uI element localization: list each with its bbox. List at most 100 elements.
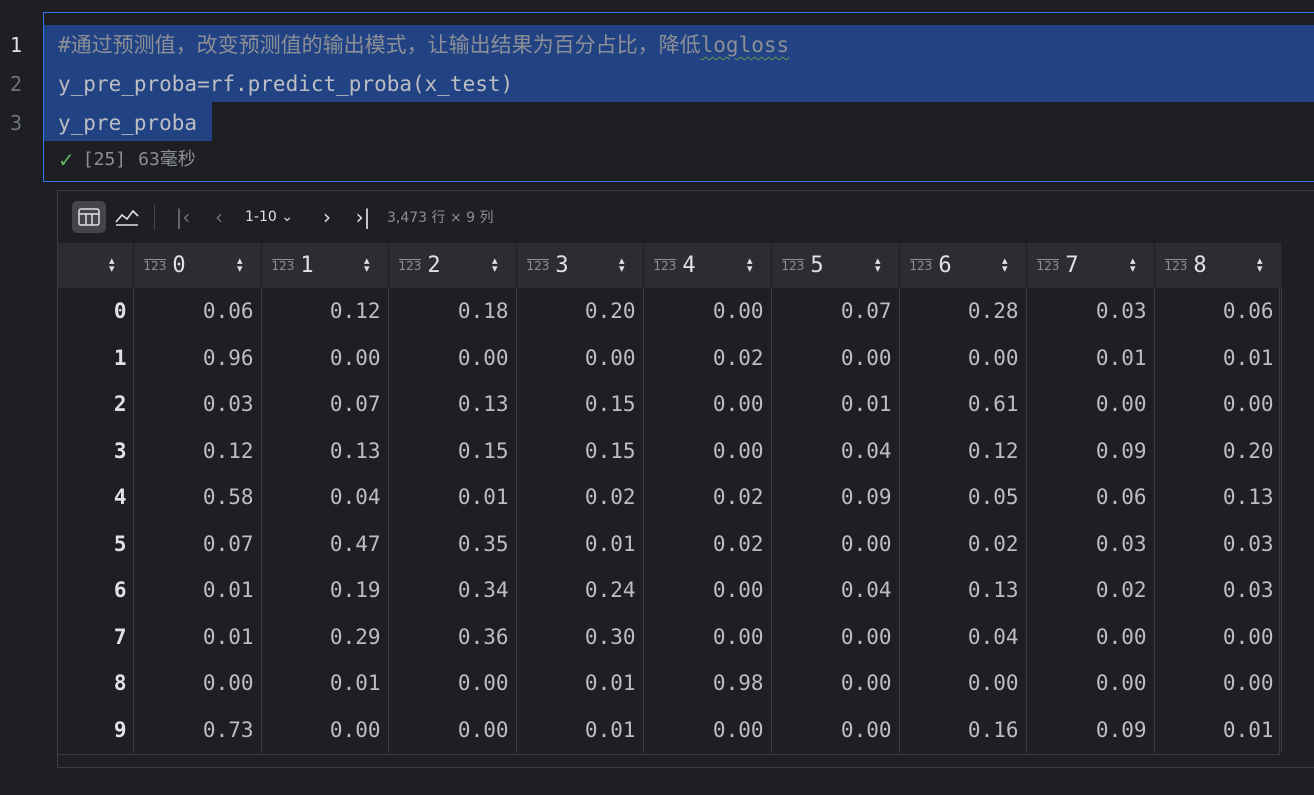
table-cell[interactable]: 0.01 (516, 520, 644, 567)
table-cell[interactable]: 0.73 (133, 706, 262, 753)
table-cell[interactable]: 0.06 (1026, 474, 1155, 521)
table-cell[interactable]: 0.09 (1026, 706, 1155, 753)
table-cell[interactable]: 0.03 (1154, 520, 1282, 567)
table-cell[interactable]: 0.02 (899, 520, 1027, 567)
table-cell[interactable]: 0.98 (643, 660, 772, 707)
table-cell[interactable]: 0.02 (643, 520, 772, 567)
table-cell[interactable]: 0.29 (261, 613, 389, 660)
code-line-3[interactable]: y_pre_proba (58, 104, 789, 143)
table-cell[interactable]: 0.61 (899, 381, 1027, 428)
table-row[interactable]: 2 0.03 0.07 0.13 0.15 0.00 0.01 0.61 0.00 0.00 (58, 381, 1282, 428)
table-cell[interactable]: 0.12 (261, 288, 389, 335)
table-row[interactable]: 8 0.00 0.01 0.00 0.01 0.98 0.00 0.00 0.00 0.00 (58, 660, 1282, 707)
table-view-button[interactable] (72, 201, 106, 233)
table-cell[interactable]: 0.00 (516, 334, 644, 381)
table-cell[interactable]: 0.20 (1154, 427, 1282, 474)
table-cell[interactable]: 0.06 (1154, 288, 1282, 335)
table-cell[interactable]: 0.01 (133, 613, 262, 660)
table-cell[interactable]: 0.07 (261, 381, 389, 428)
table-cell[interactable]: 0.01 (1026, 334, 1155, 381)
table-cell[interactable]: 0.02 (643, 334, 772, 381)
table-cell[interactable]: 0.00 (771, 520, 900, 567)
table-cell[interactable]: 0.00 (771, 660, 900, 707)
table-cell[interactable]: 0.01 (133, 567, 262, 614)
table-cell[interactable]: 0.00 (643, 706, 772, 753)
table-cell[interactable]: 0.12 (133, 427, 262, 474)
table-cell[interactable]: 0.15 (516, 381, 644, 428)
sort-icon[interactable]: ▴ ▾ (1257, 255, 1263, 274)
table-cell[interactable]: 0.07 (133, 520, 262, 567)
column-header-2[interactable]: 123 2 ▴ ▾ (388, 243, 517, 288)
table-cell[interactable]: 0.03 (1154, 567, 1282, 614)
page-range-dropdown[interactable]: 1-10 ⌄ (245, 209, 293, 225)
table-cell[interactable]: 0.58 (133, 474, 262, 521)
column-header-4[interactable]: 123 4 ▴ ▾ (643, 243, 772, 288)
table-cell[interactable]: 0.05 (899, 474, 1027, 521)
table-cell[interactable]: 0.09 (1026, 427, 1155, 474)
table-row[interactable]: 7 0.01 0.29 0.36 0.30 0.00 0.00 0.04 0.00 0.00 (58, 613, 1282, 660)
index-header[interactable]: ▴ ▾ (58, 243, 134, 288)
table-cell[interactable]: 0.01 (261, 660, 389, 707)
table-cell[interactable]: 0.20 (516, 288, 644, 335)
table-cell[interactable]: 0.28 (899, 288, 1027, 335)
table-cell[interactable]: 0.00 (388, 660, 517, 707)
table-row[interactable]: 3 0.12 0.13 0.15 0.15 0.00 0.04 0.12 0.09 0.20 (58, 427, 1282, 474)
sort-icon[interactable]: ▴ ▾ (364, 255, 370, 274)
sort-icon[interactable]: ▴ ▾ (1130, 255, 1136, 274)
code-line-2[interactable]: y_pre_proba=rf.predict_proba(x_test) (58, 65, 789, 104)
table-row[interactable]: 4 0.58 0.04 0.01 0.02 0.02 0.09 0.05 0.06 0.13 (58, 474, 1282, 521)
code-line-1[interactable]: #通过预测值，改变预测值的输出模式，让输出结果为百分占比，降低logloss (58, 26, 789, 65)
column-header-0[interactable]: 123 0 ▴ ▾ (133, 243, 262, 288)
table-cell[interactable]: 0.13 (1154, 474, 1282, 521)
table-cell[interactable]: 0.06 (133, 288, 262, 335)
table-cell[interactable]: 0.01 (771, 381, 900, 428)
table-cell[interactable]: 0.00 (1026, 381, 1155, 428)
table-cell[interactable]: 0.00 (643, 381, 772, 428)
table-cell[interactable]: 0.00 (1154, 613, 1282, 660)
table-cell[interactable]: 0.01 (1154, 334, 1282, 381)
column-header-3[interactable]: 123 3 ▴ ▾ (516, 243, 644, 288)
table-cell[interactable]: 0.00 (1154, 660, 1282, 707)
table-cell[interactable]: 0.00 (1154, 381, 1282, 428)
table-cell[interactable]: 0.01 (516, 660, 644, 707)
table-cell[interactable]: 0.04 (899, 613, 1027, 660)
table-row[interactable]: 0 0.06 0.12 0.18 0.20 0.00 0.07 0.28 0.03 0.06 (58, 288, 1282, 335)
column-header-6[interactable]: 123 6 ▴ ▾ (899, 243, 1027, 288)
table-cell[interactable]: 0.03 (133, 381, 262, 428)
table-cell[interactable]: 0.12 (899, 427, 1027, 474)
table-cell[interactable]: 0.36 (388, 613, 517, 660)
table-cell[interactable]: 0.34 (388, 567, 517, 614)
table-cell[interactable]: 0.00 (771, 613, 900, 660)
code-cell[interactable]: #通过预测值，改变预测值的输出模式，让输出结果为百分占比，降低logloss y… (43, 12, 1314, 182)
table-cell[interactable]: 0.04 (261, 474, 389, 521)
table-cell[interactable]: 0.24 (516, 567, 644, 614)
table-cell[interactable]: 0.15 (388, 427, 517, 474)
table-cell[interactable]: 0.16 (899, 706, 1027, 753)
table-cell[interactable]: 0.00 (643, 427, 772, 474)
column-header-1[interactable]: 123 1 ▴ ▾ (261, 243, 389, 288)
table-cell[interactable]: 0.00 (643, 567, 772, 614)
table-cell[interactable]: 0.02 (1026, 567, 1155, 614)
table-cell[interactable]: 0.01 (1154, 706, 1282, 753)
sort-icon[interactable]: ▴ ▾ (875, 255, 881, 274)
table-row[interactable]: 9 0.73 0.00 0.00 0.01 0.00 0.00 0.16 0.09 0.01 (58, 706, 1282, 753)
column-header-8[interactable]: 123 8 ▴ ▾ (1154, 243, 1282, 288)
table-cell[interactable]: 0.00 (1026, 613, 1155, 660)
table-cell[interactable]: 0.03 (1026, 288, 1155, 335)
sort-icon[interactable]: ▴ ▾ (492, 255, 498, 274)
table-cell[interactable]: 0.04 (771, 567, 900, 614)
table-cell[interactable]: 0.01 (388, 474, 517, 521)
table-cell[interactable]: 0.00 (771, 706, 900, 753)
table-cell[interactable]: 0.00 (899, 334, 1027, 381)
table-cell[interactable]: 0.19 (261, 567, 389, 614)
table-cell[interactable]: 0.13 (899, 567, 1027, 614)
table-cell[interactable]: 0.02 (516, 474, 644, 521)
table-cell[interactable]: 0.00 (643, 288, 772, 335)
sort-icon[interactable]: ▴ ▾ (237, 255, 243, 274)
table-cell[interactable]: 0.00 (899, 660, 1027, 707)
table-cell[interactable]: 0.00 (1026, 660, 1155, 707)
table-cell[interactable]: 0.00 (771, 334, 900, 381)
table-cell[interactable]: 0.00 (261, 706, 389, 753)
spellcheck-word[interactable]: logloss (701, 33, 790, 57)
table-cell[interactable]: 0.00 (261, 334, 389, 381)
